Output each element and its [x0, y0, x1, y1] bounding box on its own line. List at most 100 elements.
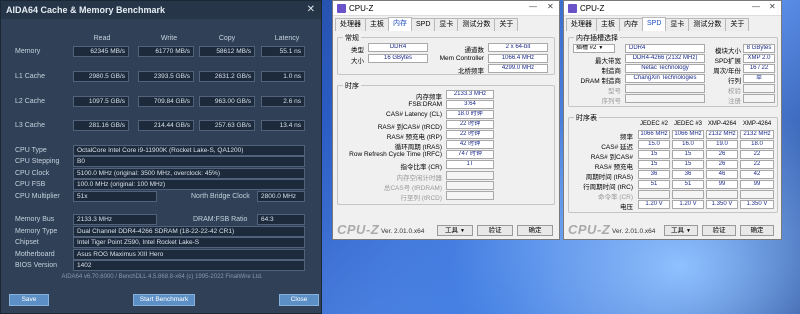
timing-cell: 26 [706, 150, 738, 159]
tab-mainboard[interactable]: 主板 [596, 18, 620, 31]
general-group: 常规 类型 DDR4 通道数 2 x 64-bit 大小 16 GBytes M… [337, 33, 555, 75]
timing-value-trcd: 22 时钟 [446, 120, 494, 129]
tab-bench[interactable]: 测试分数 [688, 18, 727, 31]
tab-cpu[interactable]: 处理器 [335, 18, 366, 31]
cpu-stepping-label: CPU Stepping [15, 158, 60, 165]
timing-cell: 1.350 V [740, 200, 774, 209]
tools-button[interactable]: 工具 ▼ [664, 225, 698, 236]
correction-label: 校验 [728, 88, 741, 95]
timing-label-trfc: Row Refresh Cycle Time (tRFC) [349, 151, 442, 158]
timing-value-trp: 22 时钟 [446, 130, 494, 139]
read-value: 281.16 GB/s [73, 120, 129, 131]
col-header-jedec3: JEDEC #3 [673, 121, 702, 127]
validate-button[interactable]: 验证 [702, 225, 736, 236]
tab-bar: 处理器 主板 内存 SPD 显卡 测试分数 关于 [335, 17, 519, 31]
timing-row-label: 周期时间 (tRAS) [585, 174, 633, 181]
dram-fsb-ratio-value: 64:3 [257, 214, 305, 225]
timing-value-cr: 1T [446, 160, 494, 169]
timing-cell: 2132 MHz [740, 130, 774, 139]
tab-cpu[interactable]: 处理器 [566, 18, 597, 31]
cpu-type-value: OctalCore Intel Core i9-11900K (Rocket L… [73, 145, 305, 156]
timing-value-cas: 18.0 时钟 [446, 110, 494, 119]
cpuz-logo-icon [337, 3, 346, 13]
memory-type-value: DDR4 [625, 44, 705, 53]
copy-value: 963.00 GB/s [199, 96, 255, 107]
timing-cell [706, 190, 738, 199]
window-title: CPU-Z [349, 3, 374, 13]
max-bandwidth-label: 最大带宽 [595, 58, 621, 65]
write-value: 709.84 GB/s [138, 96, 194, 107]
window-titlebar: CPU-Z [564, 1, 781, 16]
timing-value-total-cas [446, 181, 494, 190]
timing-row-label: CAS# 延迟 [601, 144, 633, 151]
cpuz-version: Ver. 2.01.0.x64 [381, 228, 425, 235]
ok-button[interactable]: 确定 [740, 225, 774, 236]
col-header-copy: Copy [218, 35, 236, 42]
tab-spd[interactable]: SPD [642, 17, 667, 31]
tab-graphics[interactable]: 显卡 [665, 18, 690, 31]
max-bandwidth-value: DDR4-4266 (2132 MHz) [625, 54, 705, 63]
part-number-label: 型号 [608, 88, 621, 95]
latency-value: 55.1 ns [261, 46, 305, 57]
timing-label-tras: 循环周期 (tRAS) [394, 144, 442, 151]
read-value: 62345 MB/s [73, 46, 129, 57]
tab-mainboard[interactable]: 主板 [365, 18, 389, 31]
chevron-down-icon: ▼ [598, 45, 604, 51]
timing-cell [638, 190, 670, 199]
timing-row-label: RAS# 到CAS# [590, 154, 633, 161]
cpuz-spd-window: CPU-Z — ✕ 处理器 主板 内存 SPD 显卡 测试分数 关于 内存插槽选… [563, 0, 782, 240]
close-icon[interactable]: ✕ [769, 2, 776, 11]
col-header-read: Read [93, 35, 111, 42]
tab-memory[interactable]: 内存 [388, 17, 412, 31]
memory-type-label: Memory Type [15, 228, 58, 235]
type-label: 类型 [351, 47, 364, 54]
tab-memory[interactable]: 内存 [619, 18, 643, 31]
save-button[interactable]: Save [9, 294, 49, 306]
tab-graphics[interactable]: 显卡 [434, 18, 459, 31]
timing-cell: 1066 MHz [638, 130, 670, 139]
timing-row-label: RAS# 预充电 [594, 164, 633, 171]
close-icon[interactable]: ✕ [307, 4, 315, 15]
group-title: 常规 [343, 33, 361, 43]
window-title: AIDA64 Cache & Memory Benchmark [1, 1, 321, 19]
col-header-xmp1: XMP-4264 [707, 121, 737, 127]
cpu-clock-value: 5100.0 MHz (original: 3500 MHz, overcloc… [73, 168, 305, 179]
northbridge-value: 4299.0 MHz [488, 64, 548, 73]
start-benchmark-button[interactable]: Start Benchmark [133, 294, 195, 306]
slot-select[interactable]: 插槽 #2 ▼ [573, 44, 615, 53]
timing-cell: 2132 MHz [706, 130, 738, 139]
timing-label-cr: 指令比率 (CR) [400, 164, 442, 171]
close-icon[interactable]: ✕ [547, 2, 554, 11]
size-value: 16 GBytes [368, 54, 428, 63]
timing-cell: 15 [638, 160, 670, 169]
cpuz-logo-icon [568, 3, 577, 13]
close-button[interactable]: Close [279, 294, 319, 306]
timing-cell: 22 [740, 150, 774, 159]
tab-about[interactable]: 关于 [494, 18, 519, 31]
ok-button[interactable]: 确定 [517, 225, 553, 236]
tab-spd[interactable]: SPD [411, 18, 436, 31]
minimize-icon[interactable]: — [529, 2, 537, 11]
tab-bench[interactable]: 测试分数 [457, 18, 496, 31]
validate-button[interactable]: 验证 [477, 225, 513, 236]
cpuz-version: Ver. 2.01.0.x64 [612, 228, 656, 235]
serial-number-label: 序列号 [601, 98, 622, 105]
tools-button[interactable]: 工具 ▼ [437, 225, 473, 236]
write-value: 214.44 GB/s [138, 120, 194, 131]
memory-type-value: Dual Channel DDR4-4266 SDRAM (18-22-22-4… [73, 226, 305, 237]
slot-value: 插槽 #2 [576, 45, 597, 51]
timing-value-frequency: 2133.3 MHz [446, 90, 494, 99]
slot-group: 内存插槽选择 插槽 #2 ▼ DDR4 模块大小 8 GBytes 最大带宽 DD… [568, 33, 778, 107]
part-number-value [625, 84, 705, 93]
timing-cell: 1.350 V [706, 200, 738, 209]
window-titlebar: CPU-Z [333, 1, 559, 16]
spd-ext-value: XMP 2.0 [743, 54, 775, 63]
copy-value: 58612 MB/s [199, 46, 255, 57]
timing-cell: 19.0 [706, 140, 738, 149]
cpu-stepping-value: B0 [73, 156, 305, 167]
registered-label: 注册 [728, 98, 741, 105]
minimize-icon[interactable]: — [752, 2, 760, 11]
mem-controller-value: 1066.4 MHz [488, 54, 548, 63]
tab-about[interactable]: 关于 [725, 18, 750, 31]
col-header-xmp2: XMP-4264 [742, 121, 772, 127]
